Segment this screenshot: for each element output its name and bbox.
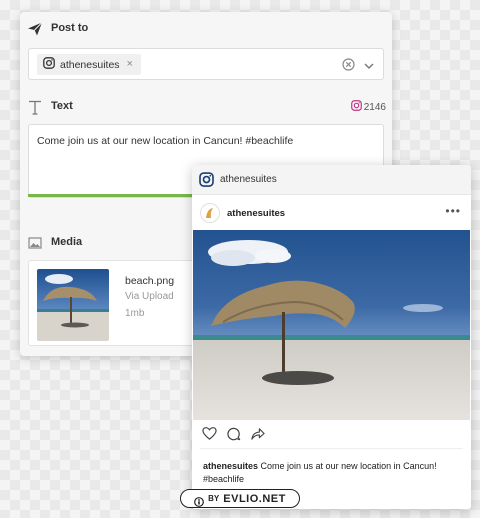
post-text: Come join us at our new location in Canc…: [37, 135, 294, 147]
account-chip-name: athenesuites: [60, 58, 120, 71]
text-label: Text: [51, 100, 73, 112]
media-source: Via Upload: [125, 291, 174, 302]
preview-account-name: athenesuites: [220, 174, 277, 185]
creative-commons-icon: [194, 494, 205, 507]
post-header: athenesuites •••: [192, 195, 471, 231]
watermark: BY EVLIO.NET: [180, 489, 300, 508]
chevron-down-icon[interactable]: [363, 59, 375, 71]
text-header: Text: [20, 96, 392, 118]
image-icon: [27, 235, 43, 251]
character-progress-bar: [28, 194, 208, 197]
media-label: Media: [51, 236, 83, 248]
instagram-preview: athenesuites athenesuites ••• athenesuit…: [192, 165, 471, 509]
chip-remove-icon[interactable]: ×: [127, 59, 133, 70]
comment-icon[interactable]: [226, 426, 241, 442]
preview-account-bar: athenesuites: [192, 165, 471, 195]
media-file-name: beach.png: [125, 275, 175, 287]
follower-count: 2146: [363, 101, 386, 113]
media-size: 1mb: [125, 308, 145, 319]
divider: [200, 448, 463, 449]
post-to-label: Post to: [51, 22, 89, 34]
watermark-site: EVLIO.NET: [223, 492, 286, 505]
caption-username[interactable]: athenesuites: [203, 461, 258, 471]
more-icon[interactable]: •••: [445, 204, 461, 218]
post-caption: athenesuites Come join us at our new loc…: [203, 460, 463, 486]
paper-plane-icon: [27, 21, 43, 37]
instagram-icon: [199, 172, 214, 187]
post-photo: [193, 230, 470, 420]
instagram-icon: [43, 56, 55, 74]
instagram-icon: [350, 100, 362, 114]
account-chip[interactable]: athenesuites ×: [37, 54, 141, 75]
text-t-icon: [27, 99, 43, 115]
clear-circle-icon[interactable]: [342, 58, 355, 71]
media-thumbnail: [37, 269, 109, 341]
avatar[interactable]: [200, 203, 220, 223]
share-icon[interactable]: [250, 426, 265, 442]
account-select[interactable]: athenesuites ×: [28, 48, 384, 80]
post-username[interactable]: athenesuites: [227, 208, 285, 219]
follower-counter: 2146: [350, 100, 386, 114]
post-actions: [202, 426, 265, 442]
heart-icon[interactable]: [202, 426, 217, 442]
post-to-header: Post to: [20, 18, 392, 40]
watermark-by: BY: [208, 494, 220, 503]
